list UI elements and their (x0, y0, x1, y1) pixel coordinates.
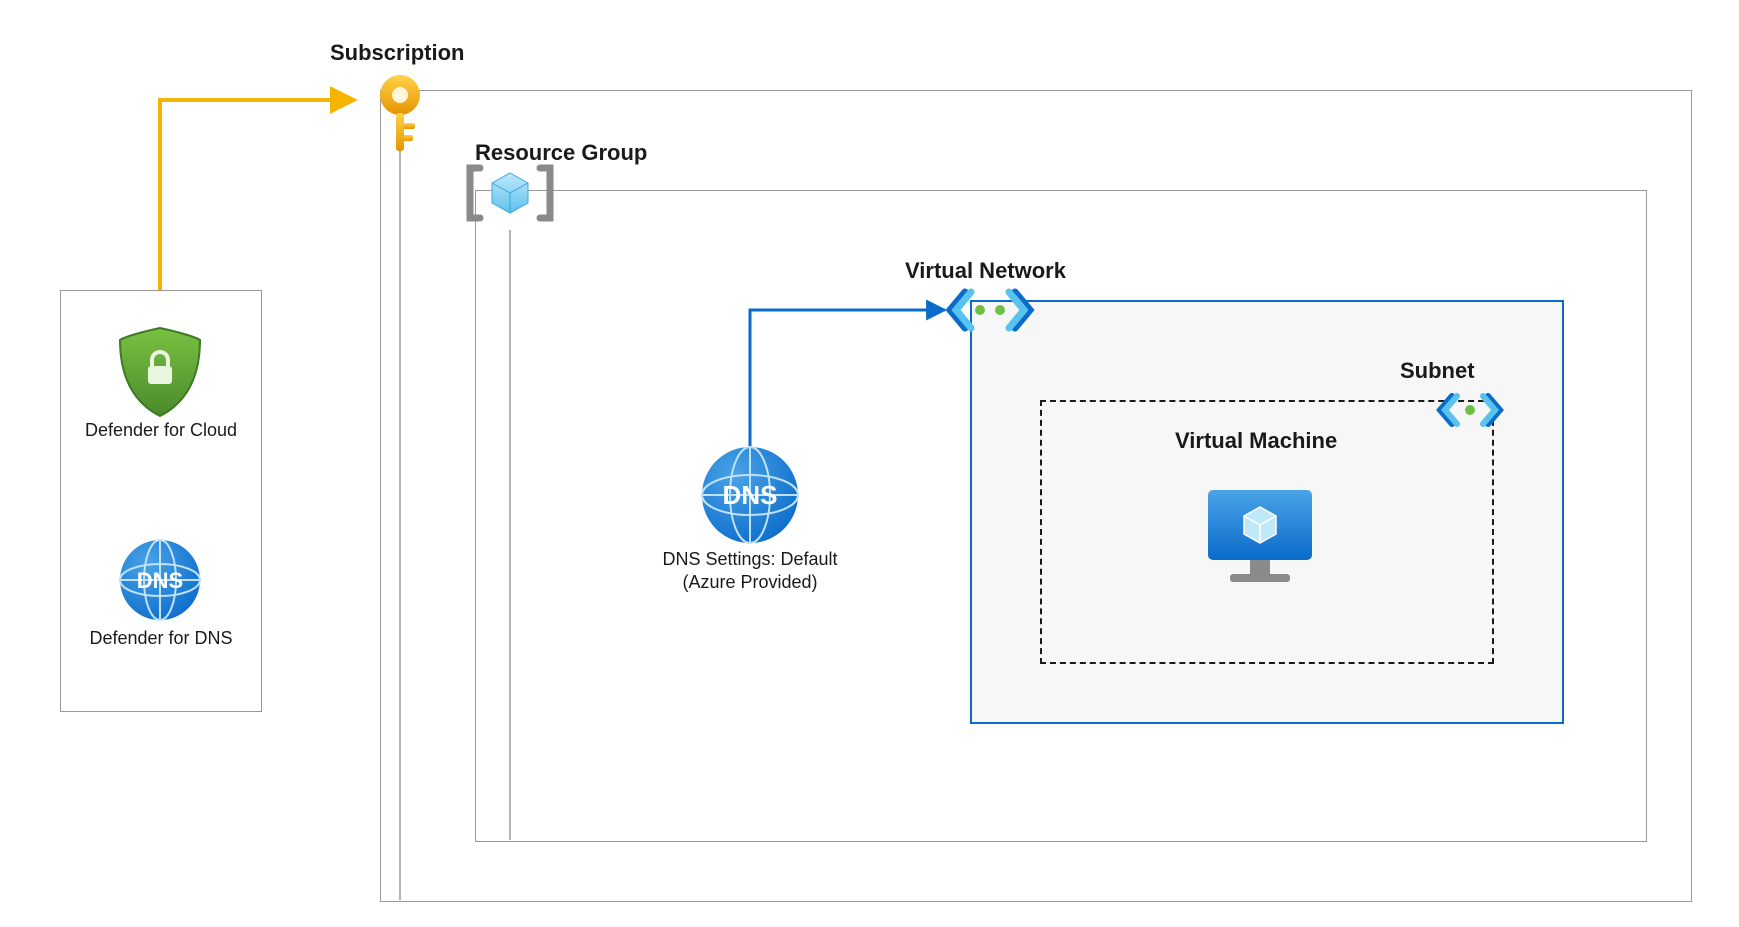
subnet-label: Subnet (1400, 358, 1475, 384)
virtual-machine-label: Virtual Machine (1175, 428, 1337, 454)
dns-settings-label: DNS Settings: Default (Azure Provided) (625, 548, 875, 593)
dns-settings-line1: DNS Settings: Default (662, 549, 837, 569)
connector-defender-to-subscription (160, 100, 355, 290)
subscription-label: Subscription (330, 40, 464, 66)
defender-cloud-label: Defender for Cloud (71, 420, 251, 441)
defender-dns-label: Defender for DNS (71, 628, 251, 649)
dns-settings-line2: (Azure Provided) (682, 572, 817, 592)
resource-group-label: Resource Group (475, 140, 647, 166)
virtual-network-label: Virtual Network (905, 258, 1066, 284)
